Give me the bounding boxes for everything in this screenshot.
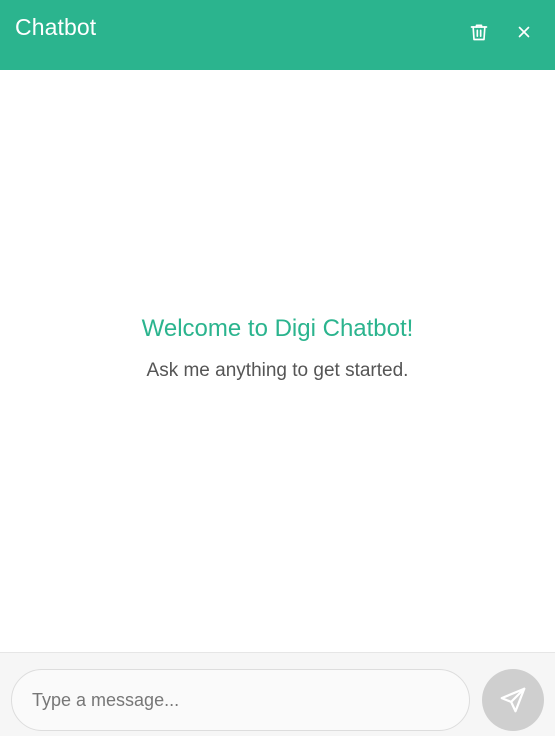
trash-icon: [470, 24, 488, 41]
clear-chat-button[interactable]: [467, 20, 491, 44]
welcome-subtitle: Ask me anything to get started.: [146, 360, 409, 381]
message-input[interactable]: [11, 669, 470, 731]
chat-composer: [0, 652, 555, 736]
send-button[interactable]: [482, 669, 544, 731]
chat-messages-area: Welcome to Digi Chatbot! Ask me anything…: [0, 70, 555, 652]
chat-header: Chatbot: [0, 0, 555, 70]
close-chat-button[interactable]: [512, 20, 536, 44]
chatbot-window: Chatbot Welcome to Digi Chatbot! Ask me …: [0, 0, 555, 736]
close-icon: [518, 26, 530, 38]
chat-title: Chatbot: [15, 14, 97, 40]
welcome-title: Welcome to Digi Chatbot!: [141, 315, 414, 342]
send-icon: [500, 687, 526, 713]
